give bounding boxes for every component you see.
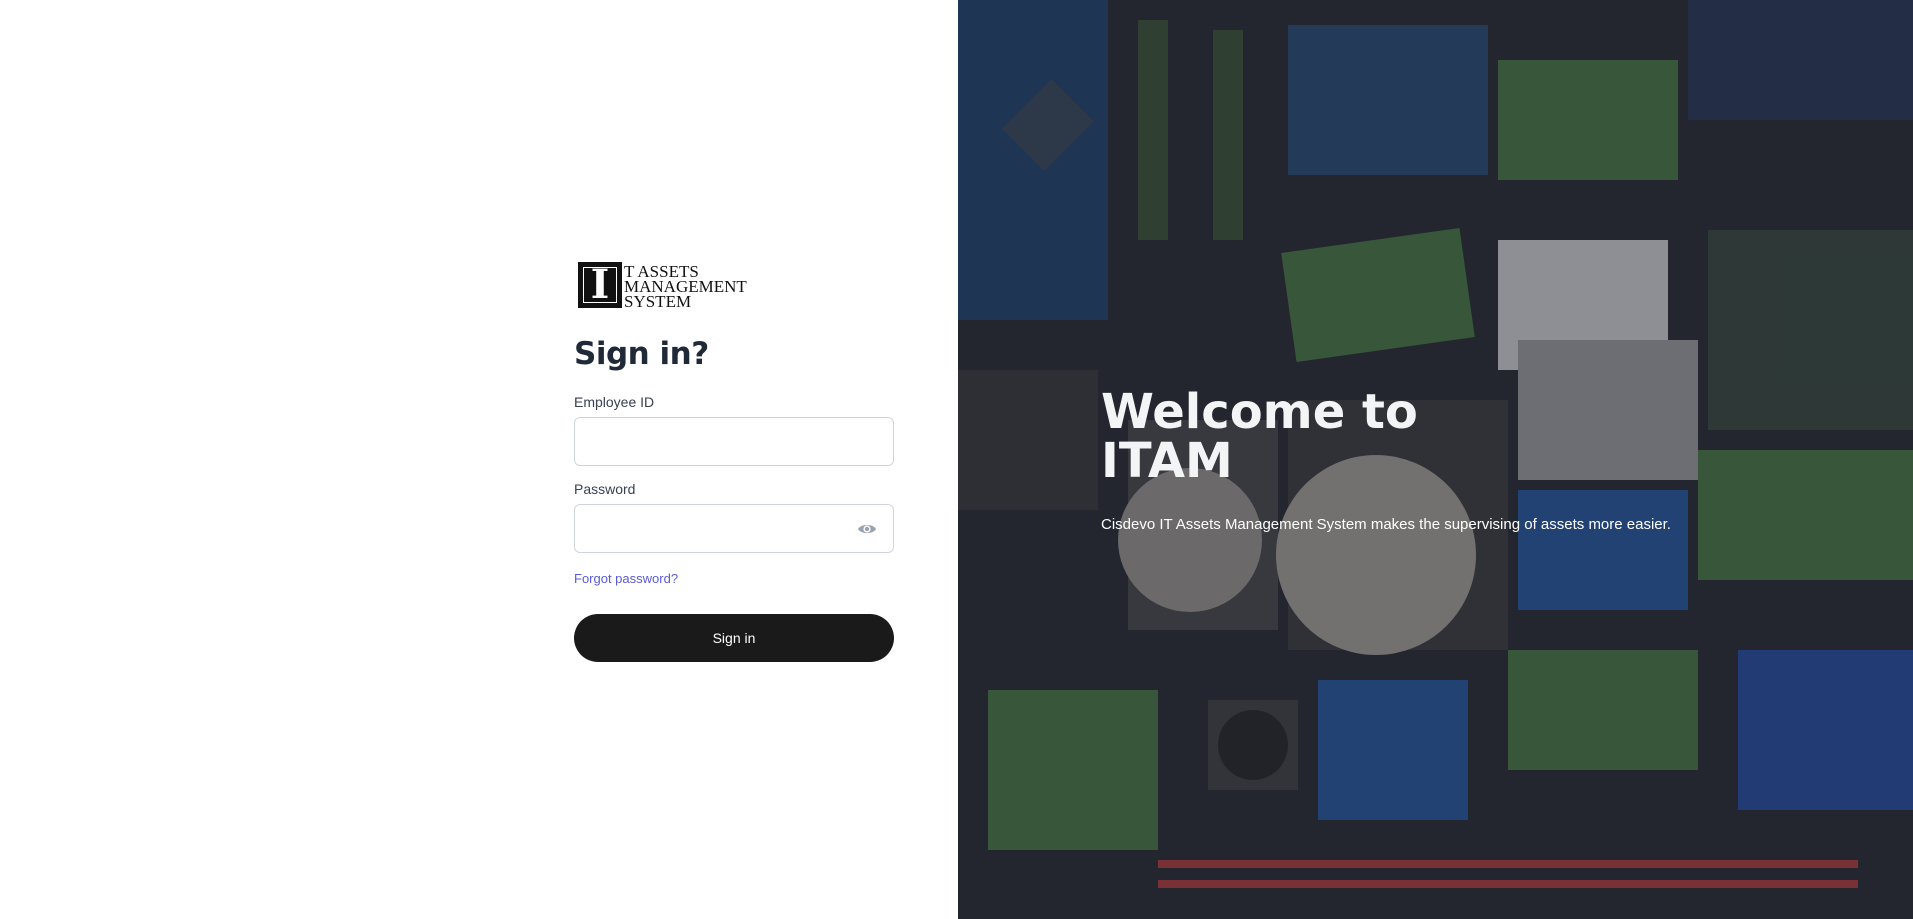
logo-line: SYSTEM (624, 292, 692, 311)
forgot-password-link[interactable]: Forgot password? (574, 571, 678, 586)
eye-icon[interactable] (857, 521, 877, 537)
welcome-title-line: Welcome to (1101, 384, 1418, 440)
employee-id-label: Employee ID (574, 394, 655, 410)
itam-logo-icon: I (578, 262, 622, 308)
employee-id-field-wrapper (574, 417, 894, 466)
sign-in-form: I T ASSETS MANAGEMENT SYSTEM Sign in? Em… (574, 262, 894, 662)
password-field-wrapper (574, 504, 894, 553)
sign-in-panel: I T ASSETS MANAGEMENT SYSTEM Sign in? Em… (0, 0, 958, 919)
employee-id-field[interactable] (575, 418, 893, 465)
welcome-title-line: ITAM (1101, 433, 1233, 489)
sign-in-button[interactable]: Sign in (574, 614, 894, 662)
welcome-subtitle: Cisdevo IT Assets Management System make… (1101, 516, 1671, 533)
password-field[interactable] (575, 505, 893, 552)
welcome-section: Welcome to ITAM Cisdevo IT Assets Manage… (1101, 388, 1671, 534)
password-label: Password (574, 481, 636, 497)
welcome-title: Welcome to ITAM (1101, 388, 1521, 486)
logo-text: T ASSETS MANAGEMENT SYSTEM (624, 263, 747, 311)
page-title: Sign in? (574, 336, 709, 372)
logo-mark-letter: I (590, 261, 610, 308)
hero-panel: Welcome to ITAM Cisdevo IT Assets Manage… (958, 0, 1913, 919)
app-logo: I T ASSETS MANAGEMENT SYSTEM (578, 262, 894, 310)
